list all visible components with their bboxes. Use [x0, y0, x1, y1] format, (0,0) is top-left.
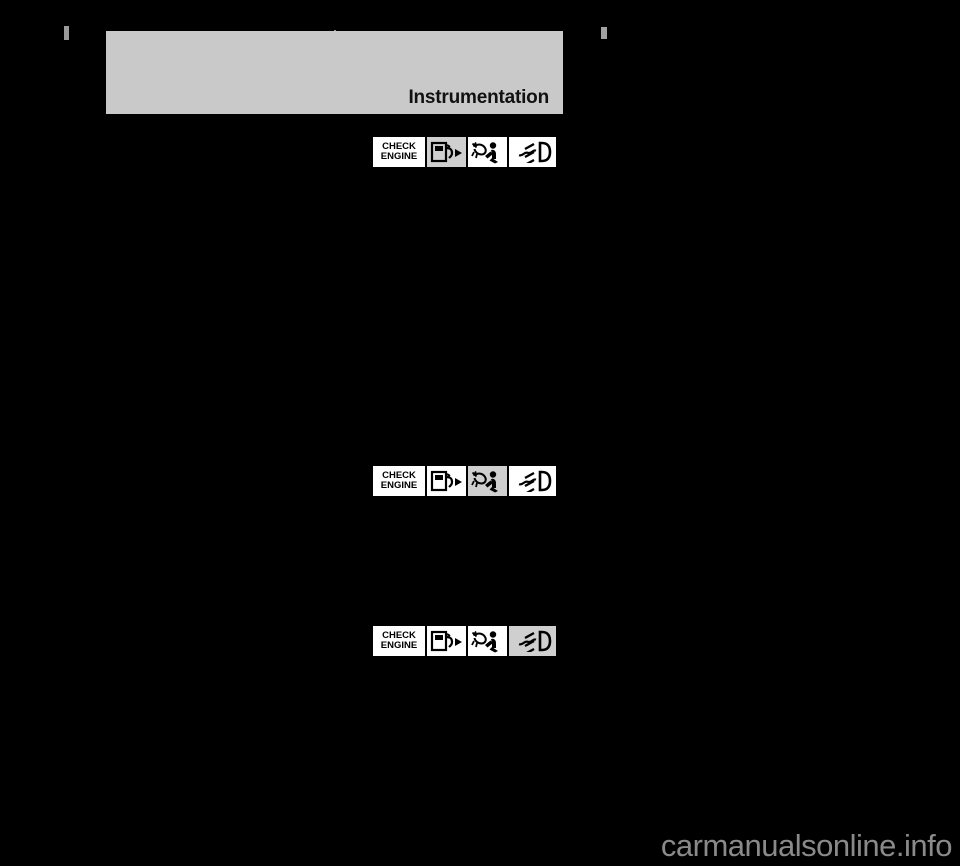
page-title: Instrumentation: [408, 87, 549, 108]
airbag-srs-indicator: [468, 466, 509, 496]
fuel-level-indicator: [427, 137, 468, 167]
instrument-cluster-fuel-highlighted: CHECK ENGINE: [352, 132, 577, 172]
page-header-band: Instrumentation: [106, 31, 563, 114]
fuel-level-indicator: [427, 466, 468, 496]
fog-lamp-icon: [518, 141, 551, 163]
check-engine-text: CHECK ENGINE: [380, 630, 418, 651]
manual-page: Instrumentation CHECK ENGINE CHECK ENGIN…: [0, 0, 960, 866]
fog-lamp-indicator: [509, 137, 556, 167]
indicator-row: CHECK ENGINE: [371, 135, 558, 169]
airbag-srs-indicator: [468, 626, 509, 656]
cluster-right-bracket-icon: [558, 621, 577, 661]
fog-lamp-icon: [518, 630, 551, 652]
indicator-row: CHECK ENGINE: [371, 464, 558, 498]
cluster-right-bracket-icon: [558, 461, 577, 501]
fuel-pump-icon: [430, 141, 462, 163]
indicator-row: CHECK ENGINE: [371, 624, 558, 658]
cluster-left-bracket-icon: [352, 621, 371, 661]
instrument-cluster-foglamp-highlighted: CHECK ENGINE: [352, 621, 577, 661]
site-watermark: carmanualsonline.info: [660, 828, 953, 863]
fuel-pump-icon: [430, 630, 462, 652]
check-engine-indicator: CHECK ENGINE: [373, 137, 427, 167]
cluster-right-bracket-icon: [558, 132, 577, 172]
right-crop-mark: [601, 27, 607, 39]
instrument-cluster-airbag-highlighted: CHECK ENGINE: [352, 461, 577, 501]
check-engine-indicator: CHECK ENGINE: [373, 626, 427, 656]
check-engine-indicator: CHECK ENGINE: [373, 466, 427, 496]
airbag-srs-icon: [471, 471, 498, 493]
check-engine-text: CHECK ENGINE: [380, 470, 418, 491]
airbag-srs-icon: [471, 142, 498, 164]
airbag-srs-icon: [471, 631, 498, 653]
fog-lamp-icon: [518, 470, 551, 492]
cluster-left-bracket-icon: [352, 132, 371, 172]
fog-lamp-indicator: [509, 466, 556, 496]
airbag-srs-indicator: [468, 137, 509, 167]
fog-lamp-indicator: [509, 626, 556, 656]
fuel-pump-icon: [430, 470, 462, 492]
check-engine-text: CHECK ENGINE: [380, 141, 418, 162]
cluster-left-bracket-icon: [352, 461, 371, 501]
fuel-level-indicator: [427, 626, 468, 656]
left-crop-mark: [64, 26, 69, 40]
